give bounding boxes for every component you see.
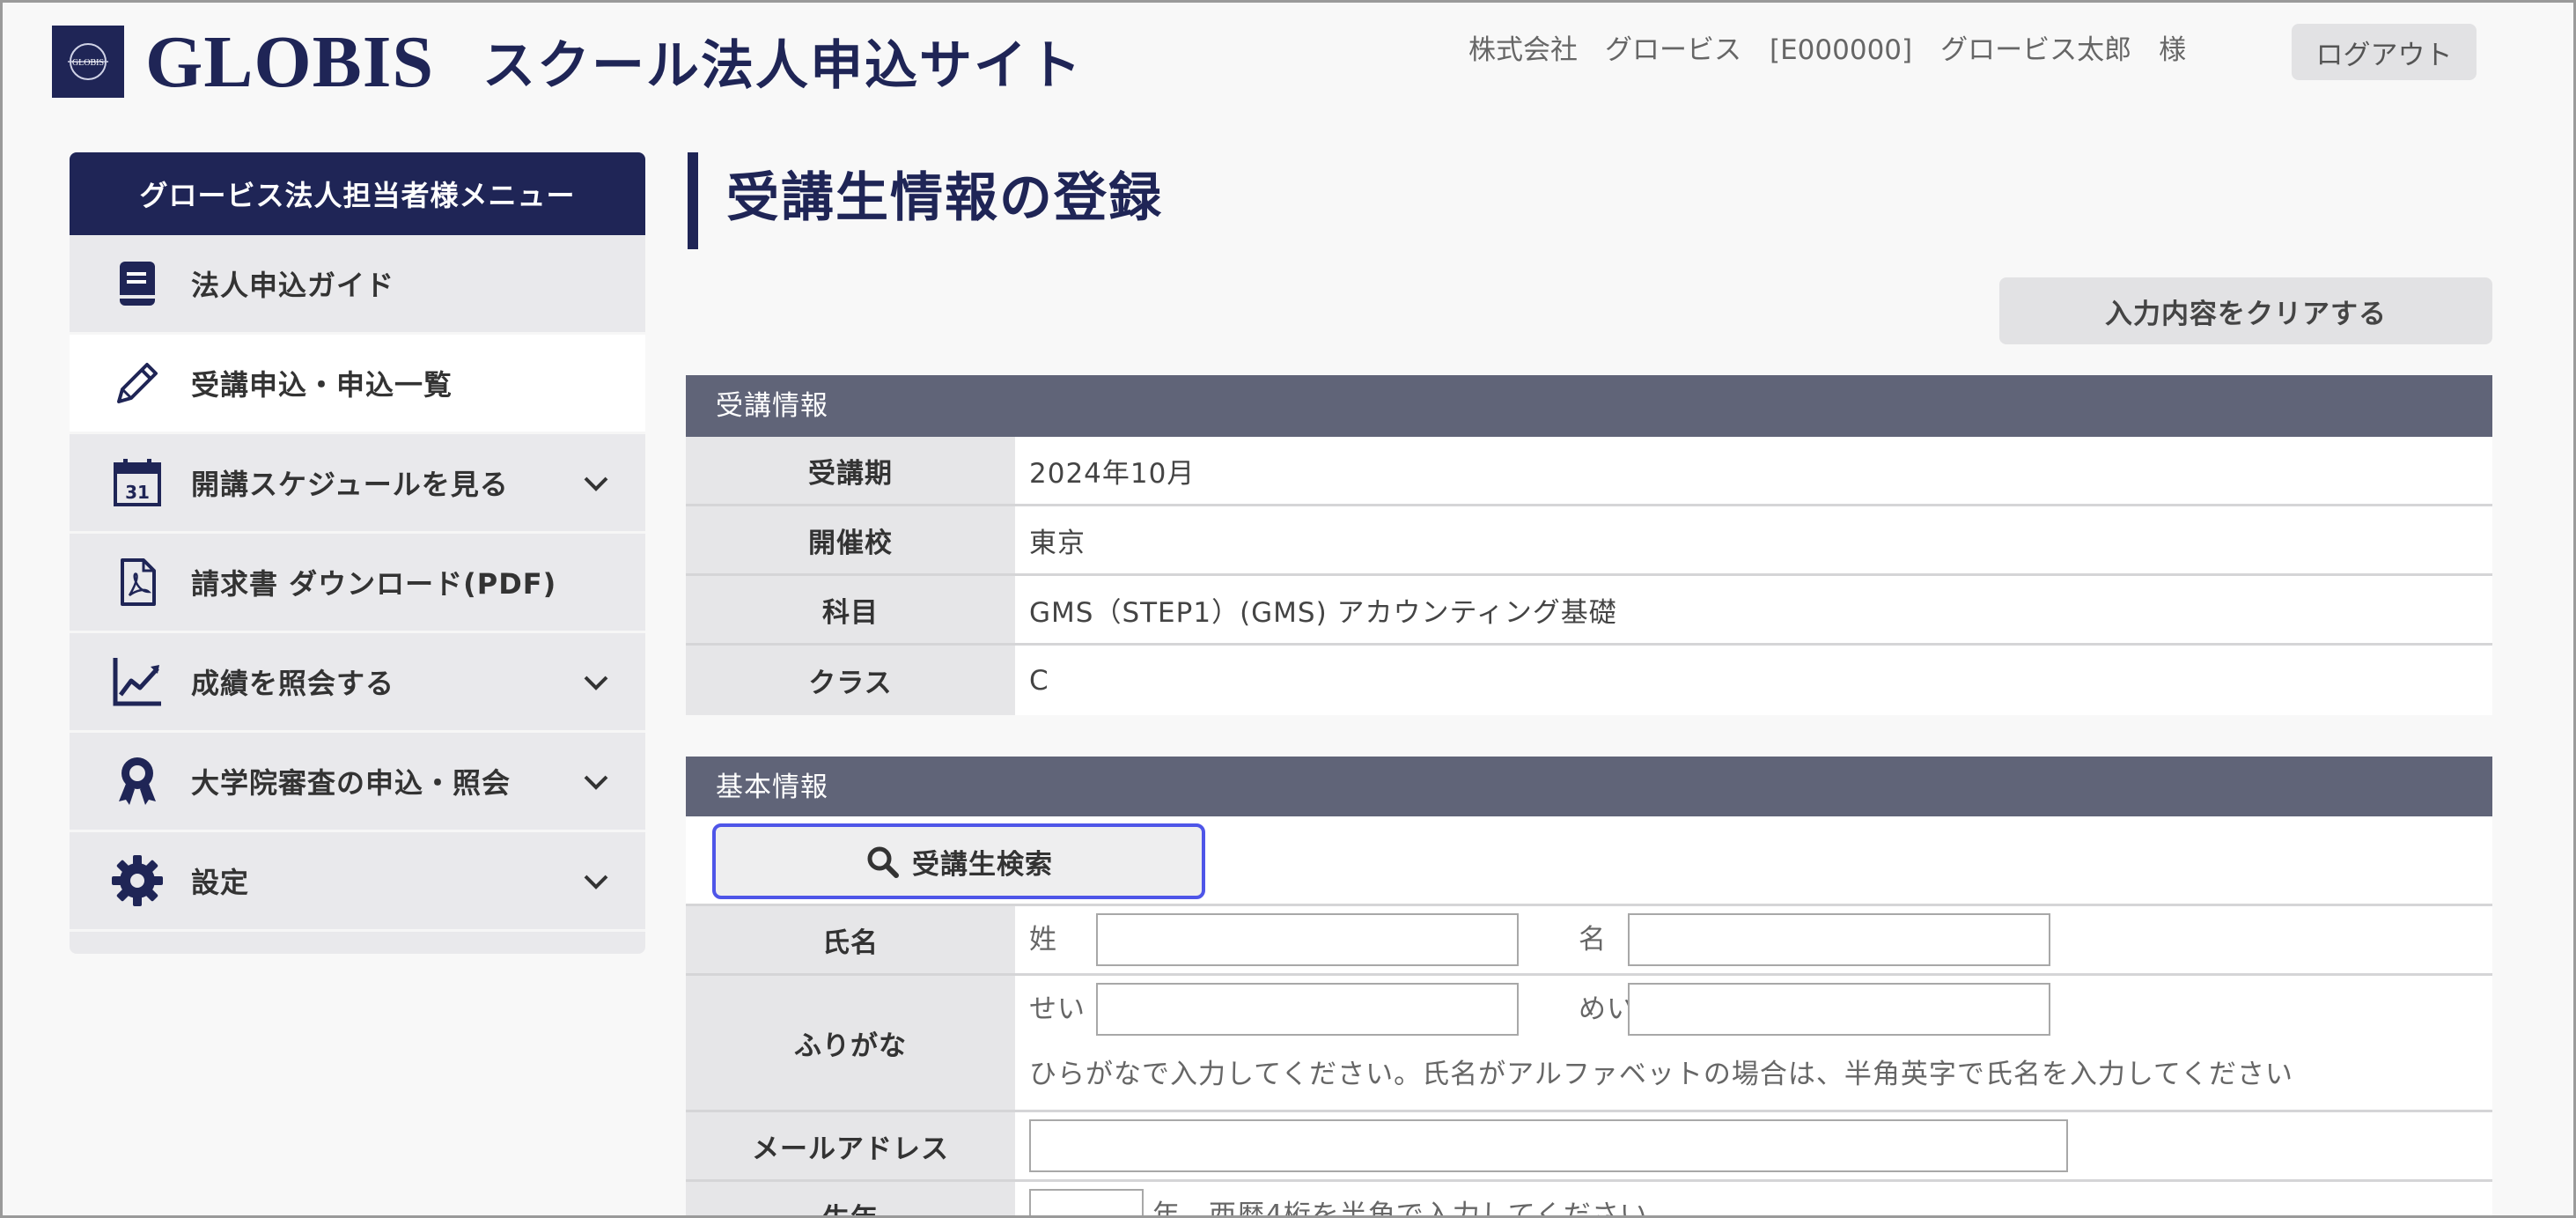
year-unit: 年: [1152, 1200, 1181, 1218]
email-row: メールアドレス: [686, 1112, 2492, 1182]
calendar-day: 31: [125, 482, 150, 503]
chevron-down-icon[interactable]: [578, 764, 614, 800]
first-kana-input[interactable]: [1628, 983, 2050, 1036]
kana-fields: せい めい ひらがなで入力してください。氏名がアルファベットの場合は、半角英字で…: [1015, 976, 2492, 1110]
pdf-icon: [110, 555, 165, 609]
basic-info-header: 基本情報: [686, 757, 2492, 818]
birth-year-row: 生年 年 西暦4桁を半角で入力してください: [686, 1182, 2492, 1218]
subject-label: 科目: [686, 576, 1015, 643]
sidebar-item-applications[interactable]: 受講申込・申込一覧: [70, 335, 645, 434]
birth-year-cell: 年 西暦4桁を半角で入力してください: [1015, 1182, 2492, 1218]
last-name-input[interactable]: [1096, 913, 1519, 966]
sidebar-item-label: 大学院審査の申込・照会: [191, 766, 512, 800]
sidebar-item-label: 開講スケジュールを見る: [191, 468, 509, 501]
sidebar-item-schedule[interactable]: 31 開講スケジュールを見る: [70, 434, 645, 534]
user-name: グロービス太郎 様: [1940, 34, 2187, 66]
name-fields: 姓 名: [1015, 906, 2492, 973]
name-row: 氏名 姓 名: [686, 906, 2492, 976]
sidebar-item-label: 法人申込ガイド: [191, 269, 395, 302]
email-label: メールアドレス: [686, 1112, 1015, 1179]
chevron-down-icon[interactable]: [578, 466, 614, 501]
first-kana-label: めい: [1579, 993, 1635, 1025]
course-term-value: 2024年10月: [1029, 457, 1196, 490]
calendar-icon: 31: [110, 455, 165, 510]
birth-year-input[interactable]: [1029, 1189, 1144, 1215]
last-kana-input[interactable]: [1096, 983, 1519, 1036]
page-title: 受講生情報の登録: [726, 167, 1163, 229]
search-area: 受講生検索: [686, 816, 2492, 906]
email-field-cell: [1015, 1112, 2492, 1179]
student-search-label: 受講生検索: [912, 848, 1053, 881]
last-name-label: 姓: [1029, 924, 1057, 956]
kana-note: ひらがなで入力してください。氏名がアルファベットの場合は、半角英字で氏名を入力し…: [1029, 1059, 2293, 1090]
sidebar-item-invoice[interactable]: 請求書 ダウンロード(PDF): [70, 534, 645, 633]
logo-text[interactable]: GLOBIS: [145, 18, 434, 107]
course-info-header: 受講情報: [686, 375, 2492, 437]
sidebar: グロービス法人担当者様メニュー 法人申込ガイド 受講申込・申込一覧 31 開講ス…: [70, 152, 645, 954]
class-row: クラス C: [686, 646, 2492, 715]
last-kana-label: せい: [1029, 993, 1086, 1025]
title-accent-bar: [688, 152, 698, 249]
award-icon: [110, 754, 165, 808]
chevron-down-icon[interactable]: [578, 665, 614, 700]
birth-year-note: 西暦4桁を半角で入力してください: [1209, 1200, 1648, 1218]
sidebar-item-guide[interactable]: 法人申込ガイド: [70, 235, 645, 335]
chart-icon: [110, 654, 165, 709]
course-term-label: 受講期: [686, 437, 1015, 504]
company-name: 株式会社 グロービス: [1468, 34, 1741, 66]
campus-label: 開催校: [686, 506, 1015, 573]
course-term-row: 受講期 2024年10月: [686, 437, 2492, 506]
globis-logo-mark: GLOBIS: [52, 26, 124, 98]
book-icon: [110, 256, 165, 311]
subject-value: GMS（STEP1）(GMS) アカウンティング基礎: [1029, 596, 1617, 629]
app-window: GLOBIS GLOBIS スクール法人申込サイト 株式会社 グロービス [E00…: [0, 0, 2576, 1218]
site-title: スクール法人申込サイト: [482, 35, 1083, 97]
sidebar-item-grades[interactable]: 成績を照会する: [70, 633, 645, 733]
sidebar-item-label: 請求書 ダウンロード(PDF): [191, 567, 557, 601]
campus-row: 開催校 東京: [686, 506, 2492, 576]
first-name-input[interactable]: [1628, 913, 2050, 966]
pencil-icon: [110, 356, 165, 410]
search-icon: [867, 846, 899, 878]
kana-label: ふりがな: [686, 976, 1015, 1110]
sidebar-item-label: 成績を照会する: [191, 667, 395, 700]
subject-row: 科目 GMS（STEP1）(GMS) アカウンティング基礎: [686, 576, 2492, 646]
class-value: C: [1029, 664, 1049, 697]
sidebar-item-settings[interactable]: 設定: [70, 832, 645, 932]
student-search-button[interactable]: 受講生検索: [712, 823, 1205, 899]
logout-button[interactable]: ログアウト: [2292, 24, 2477, 80]
email-input[interactable]: [1029, 1119, 2068, 1172]
user-id: [E000000]: [1770, 34, 1913, 66]
chevron-down-icon[interactable]: [578, 864, 614, 899]
sidebar-item-label: 受講申込・申込一覧: [191, 368, 453, 402]
name-label: 氏名: [686, 906, 1015, 973]
campus-value: 東京: [1029, 527, 1086, 559]
user-info: 株式会社 グロービス [E000000] グロービス太郎 様: [1468, 29, 2214, 71]
sidebar-item-graduate-school[interactable]: 大学院審査の申込・照会: [70, 733, 645, 832]
class-label: クラス: [686, 646, 1015, 715]
clear-input-button[interactable]: 入力内容をクリアする: [1999, 277, 2492, 344]
sidebar-title: グロービス法人担当者様メニュー: [70, 152, 645, 235]
gear-icon: [110, 853, 165, 908]
birth-year-label: 生年: [686, 1182, 1015, 1215]
logo-mark-text: GLOBIS: [72, 58, 104, 68]
sidebar-item-label: 設定: [191, 866, 250, 899]
first-name-label: 名: [1579, 924, 1607, 956]
kana-row: ふりがな せい めい ひらがなで入力してください。氏名がアルファベットの場合は、…: [686, 976, 2492, 1112]
